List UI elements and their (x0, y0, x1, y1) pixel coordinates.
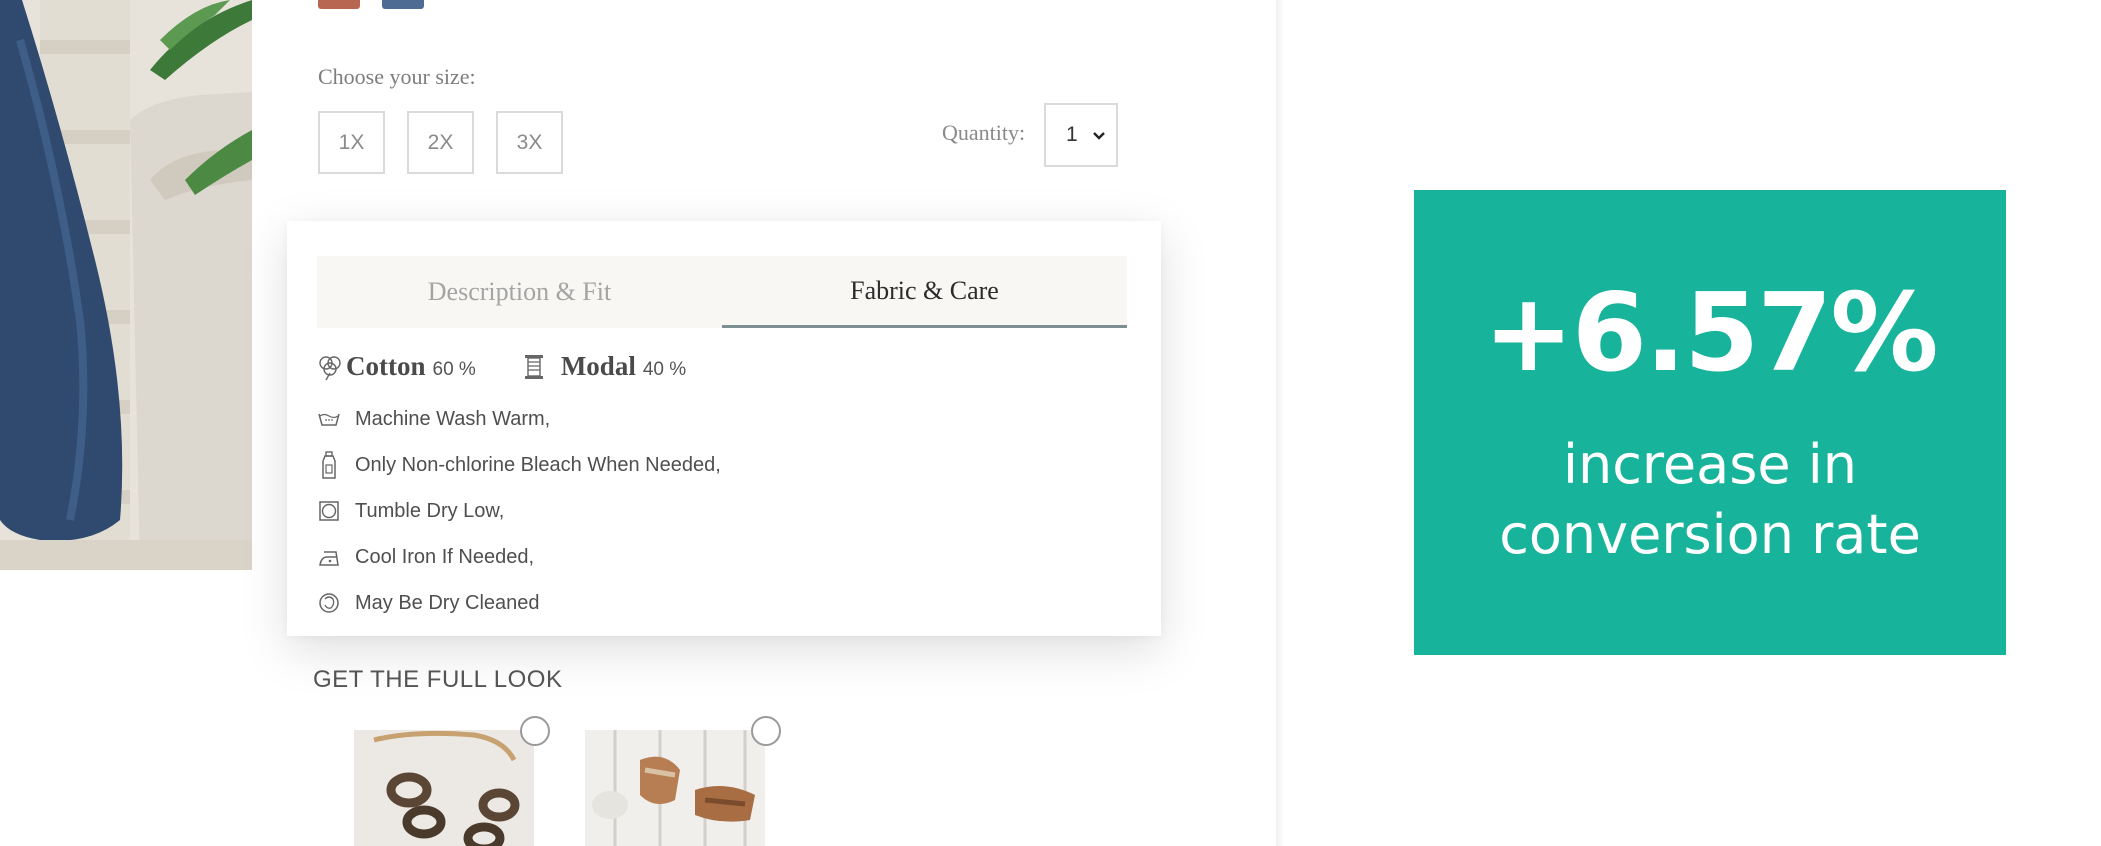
look-item-sandals[interactable] (585, 730, 765, 846)
product-photo (0, 0, 252, 570)
fabric-care-card: Description & Fit Fabric & Care Cotton 6… (287, 221, 1161, 636)
care-text: Only Non-chlorine Bleach When Needed, (355, 453, 721, 476)
fabric-composition: Cotton 60 % Modal 40 % (317, 351, 686, 382)
fabric-name: Cotton (346, 351, 426, 381)
care-item: May Be Dry Cleaned (317, 583, 540, 623)
care-item: Only Non-chlorine Bleach When Needed, (317, 445, 721, 485)
stat-value: +6.57% (1483, 271, 1938, 396)
look-item-select-radio[interactable] (751, 716, 781, 746)
sandals-image (585, 730, 765, 846)
look-item-select-radio[interactable] (520, 716, 550, 746)
care-item: Cool Iron If Needed, (317, 537, 534, 577)
quantity-select[interactable]: 1 (1044, 103, 1118, 167)
stat-caption-line: increase in (1563, 433, 1857, 496)
tab-description-fit[interactable]: Description & Fit (317, 256, 722, 328)
cotton-flower-icon (319, 355, 341, 380)
chain-necklace-image (354, 730, 534, 846)
tumble-dry-icon (319, 501, 339, 521)
fabric-percent: 60 % (432, 359, 476, 380)
page-edge-shadow (1276, 0, 1284, 846)
care-text: Machine Wash Warm, (355, 407, 551, 430)
details-tabs: Description & Fit Fabric & Care (317, 256, 1127, 328)
color-swatch-rust[interactable] (318, 0, 360, 9)
quantity-value: 1 (1066, 123, 1078, 146)
size-button-1x[interactable]: 1X (318, 111, 385, 174)
full-look-title: GET THE FULL LOOK (313, 666, 563, 693)
fabric-percent: 40 % (642, 359, 687, 380)
care-text: Tumble Dry Low, (355, 499, 505, 522)
size-prompt: Choose your size: (318, 64, 476, 89)
tab-fabric-care[interactable]: Fabric & Care (722, 256, 1127, 328)
fabric-name: Modal (560, 351, 636, 381)
care-item: Tumble Dry Low, (317, 491, 504, 531)
look-item-necklace[interactable] (354, 730, 534, 846)
stat-caption: increase in conversion rate (1499, 430, 1921, 570)
fabric-spool-icon (524, 354, 543, 379)
care-item: Machine Wash Warm, (317, 399, 550, 439)
conversion-stat-card: +6.57% increase in conversion rate (1414, 190, 2006, 655)
dry-clean-icon (319, 593, 339, 613)
size-button-3x[interactable]: 3X (496, 111, 563, 174)
care-text: Cool Iron If Needed, (355, 545, 534, 568)
bleach-bottle-icon (322, 451, 336, 479)
size-button-2x[interactable]: 2X (407, 111, 474, 174)
wash-tub-icon (318, 413, 340, 426)
care-text: May Be Dry Cleaned (355, 591, 540, 614)
quantity-label: Quantity: (942, 120, 1026, 145)
iron-icon (319, 551, 339, 566)
color-swatch-blue[interactable] (382, 0, 424, 9)
stat-caption-line: conversion rate (1499, 503, 1921, 566)
chevron-down-icon (1093, 132, 1105, 140)
